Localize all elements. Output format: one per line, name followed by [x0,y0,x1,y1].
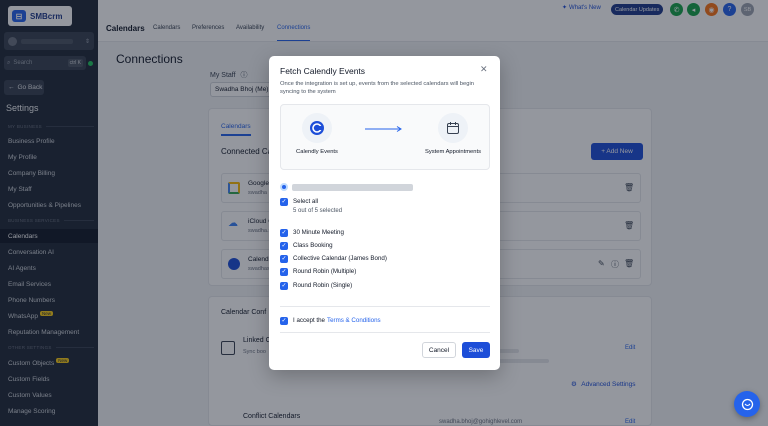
terms-link[interactable]: Terms & Conditions [327,317,381,324]
checkbox-checked-icon[interactable]: ✓ [280,228,288,237]
sync-flow-diagram: Calendly Events System Appointments [280,104,490,170]
checkbox-checked-icon[interactable]: ✓ [280,281,288,290]
event-label: 30 Minute Meeting [293,229,344,236]
select-all-label: Select all [293,198,319,205]
save-button[interactable]: Save [462,342,490,358]
checkbox-checked-icon[interactable]: ✓ [280,241,288,250]
event-checkbox[interactable]: ✓ 30 Minute Meeting [280,228,344,237]
event-label: Round Robin (Single) [293,282,353,289]
flow-from-label: Calendly Events [296,149,338,155]
calendar-icon [438,113,468,143]
calendly-icon [302,113,332,143]
checkbox-checked-icon[interactable]: ✓ [280,316,288,325]
checkbox-checked-icon[interactable]: ✓ [280,197,288,206]
select-all-checkbox[interactable]: ✓ Select all [280,197,318,206]
event-checkbox[interactable]: ✓ Round Robin (Single) [280,281,352,290]
event-checkbox[interactable]: ✓ Round Robin (Multiple) [280,267,356,276]
close-icon[interactable]: ✕ [480,64,488,75]
cancel-button[interactable]: Cancel [422,342,456,358]
event-label: Round Robin (Multiple) [293,268,357,275]
redacted-email [292,184,413,191]
chat-widget-button[interactable] [734,391,760,417]
checkbox-checked-icon[interactable]: ✓ [280,254,288,263]
modal-description: Once the integration is set up, events f… [280,81,474,95]
chat-icon [741,398,753,410]
terms-prefix: I accept the [293,317,325,324]
selected-count: 5 out of 5 selected [293,208,343,214]
divider [280,306,490,307]
event-checkbox[interactable]: ✓ Class Booking [280,241,333,250]
event-label: Class Booking [293,242,333,249]
terms-checkbox[interactable]: ✓ I accept the Terms & Conditions [280,316,381,325]
checkbox-checked-icon[interactable]: ✓ [280,267,288,276]
event-checkbox[interactable]: ✓ Collective Calendar (James Bond) [280,254,387,263]
modal-title: Fetch Calendly Events [280,66,366,76]
event-label: Collective Calendar (James Bond) [293,255,387,262]
calendly-account-option[interactable] [280,182,420,192]
divider [280,332,490,333]
radio-selected[interactable] [280,183,288,191]
fetch-calendly-events-modal: Fetch Calendly Events ✕ Once the integra… [269,56,500,370]
flow-to-label: System Appointments [424,149,482,155]
arrow-right-icon [365,126,402,132]
